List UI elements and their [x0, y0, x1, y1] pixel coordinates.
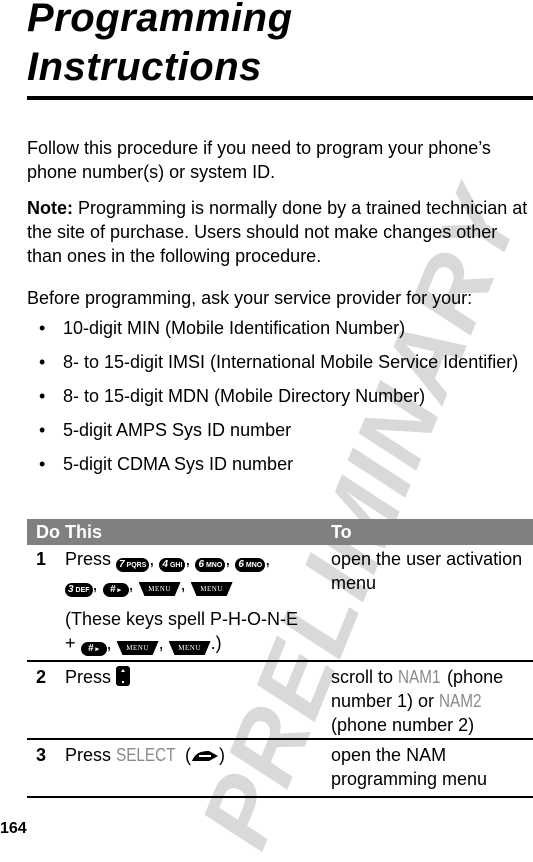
menu-key-icon: MENU	[138, 582, 181, 596]
menu-key-icon: MENU	[190, 582, 233, 596]
bullet-icon: •	[39, 318, 46, 338]
page-title-line1: Programming	[27, 0, 293, 40]
step-action: Press	[65, 665, 315, 689]
bullet-icon: •	[39, 420, 46, 440]
list-item: • 5-digit CDMA Sys ID number	[27, 452, 533, 476]
page-title-line2: Instructions	[27, 45, 262, 89]
intro-paragraph: Follow this procedure if you need to pro…	[27, 138, 491, 182]
bullet-icon: •	[39, 352, 46, 372]
select-softkey-icon	[192, 751, 219, 761]
step-result: scroll to NAM1 (phone number 1) or NAM2 …	[331, 667, 504, 735]
procedure-table: Do This To 1 Press 7 PQRS, 4 GHI, 6 MNO,…	[27, 519, 533, 798]
page-title: Programming Instructions	[27, 0, 527, 92]
key-pound-icon: # ▸	[80, 642, 107, 656]
bullet-icon: •	[39, 386, 46, 406]
list-item-text: 8- to 15-digit MDN (Mobile Directory Num…	[63, 386, 426, 406]
note-text: Programming is normally done by a traine…	[27, 198, 528, 266]
step-result: open the NAM programming menu	[331, 745, 488, 789]
table-header: Do This To	[27, 519, 533, 545]
step-result: open the user activation menu	[331, 549, 523, 593]
table-row: 3 Press SELECT () open the NAM programmi…	[27, 739, 533, 798]
list-item-text: 8- to 15-digit IMSI (International Mobil…	[63, 352, 519, 372]
step-action: Press 7 PQRS, 4 GHI, 6 MNO, 6 MNO, 3 DEF…	[65, 547, 315, 656]
step-note: (These keys spell P-H-O-N-E + # ▸, MENU,…	[65, 609, 299, 656]
nam2-term: NAM2	[439, 691, 482, 711]
key-pound-icon: # ▸	[102, 583, 129, 597]
before-paragraph: Before programming, ask your service pro…	[27, 288, 473, 308]
list-item: • 10-digit MIN (Mobile Identification Num…	[27, 316, 533, 340]
list-item: • 5-digit AMPS Sys ID number	[27, 418, 533, 442]
key-6-icon: 6 MNO	[195, 558, 226, 572]
step-number: 2	[36, 667, 47, 687]
document-page: Programming Instructions Follow this pro…	[0, 0, 533, 839]
table-row: 1 Press 7 PQRS, 4 GHI, 6 MNO, 6 MNO, 3 D…	[27, 545, 533, 662]
menu-key-icon: MENU	[116, 641, 159, 655]
list-item-text: 5-digit CDMA Sys ID number	[63, 454, 294, 474]
step-number: 3	[36, 745, 47, 765]
list-item: • 8- to 15-digit MDN (Mobile Directory Nu…	[27, 384, 533, 408]
note-label: Note:	[27, 198, 73, 218]
key-6-icon: 6 MNO	[235, 558, 266, 572]
requirements-list: • 10-digit MIN (Mobile Identification Num…	[27, 316, 533, 486]
key-4-icon: 4 GHI	[159, 558, 186, 572]
step-action: Press SELECT ()	[65, 745, 226, 765]
list-item: • 8- to 15-digit IMSI (International Mobi…	[27, 350, 533, 374]
header-do-this: Do This	[36, 522, 102, 542]
header-to: To	[331, 522, 352, 542]
bullet-icon: •	[39, 454, 46, 474]
table-row: 2 Press scroll to NAM1 (phone number 1) …	[27, 661, 533, 740]
title-rule	[27, 96, 533, 100]
press-label: Press	[65, 667, 112, 687]
page-number: 164	[0, 820, 27, 837]
list-item-text: 10-digit MIN (Mobile Identification Numb…	[63, 318, 406, 338]
menu-key-icon: MENU	[168, 641, 211, 655]
list-item-text: 5-digit AMPS Sys ID number	[63, 420, 292, 440]
press-label: Press	[65, 549, 112, 569]
row-divider	[27, 796, 533, 798]
key-7-icon: 7 PQRS	[116, 558, 150, 572]
scroll-nav-key-icon	[116, 666, 131, 686]
select-term: SELECT	[116, 745, 176, 765]
note-paragraph: Note: Programming is normally done by a …	[27, 196, 533, 268]
step-number: 1	[36, 549, 47, 569]
nam1-term: NAM1	[398, 667, 441, 687]
key-3-icon: 3 DEF	[65, 583, 93, 597]
